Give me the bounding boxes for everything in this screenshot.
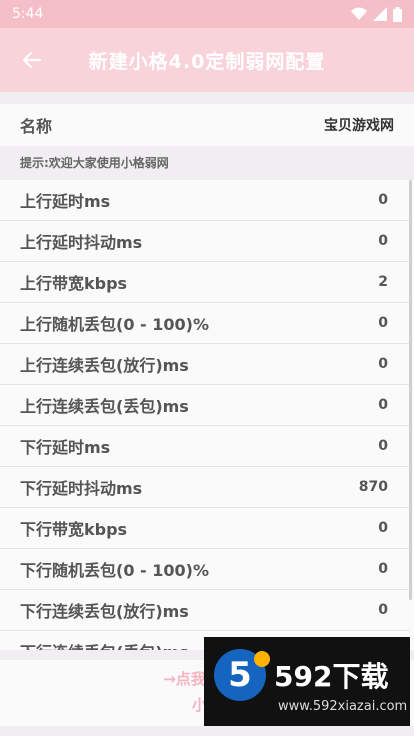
list-item[interactable]: 下行连续丢包(放行)ms 0: [0, 590, 410, 631]
list-item-label: 上行连续丢包(放行)ms: [20, 356, 189, 375]
list-item[interactable]: 上行随机丢包(0 - 100)% 0: [0, 303, 410, 344]
status-icons: [351, 6, 402, 22]
logo-icon: 5: [214, 649, 270, 701]
list-item[interactable]: 上行延时抖动ms 0: [0, 221, 410, 262]
back-button[interactable]: [0, 28, 64, 92]
list-item-value: 0: [378, 356, 388, 372]
page-title: 新建小格4.0定制弱网配置: [88, 50, 326, 73]
list-item[interactable]: 下行延时抖动ms 870: [0, 467, 410, 508]
wifi-icon: [351, 7, 367, 20]
name-row[interactable]: 名称 宝贝游戏网: [0, 104, 414, 146]
list-item-label: 下行延时抖动ms: [20, 479, 143, 498]
arrow-left-icon: [22, 51, 42, 69]
list-item[interactable]: 下行带宽kbps 0: [0, 508, 410, 549]
list-item-value: 0: [378, 192, 388, 208]
list-item-label: 上行随机丢包(0 - 100)%: [20, 315, 209, 334]
list-item-label: 下行随机丢包(0 - 100)%: [20, 561, 209, 580]
list-item-label: 上行延时ms: [20, 192, 111, 211]
watermark-logo: 5 592下载 www.592xiazai.com: [204, 637, 410, 726]
list-item[interactable]: 上行连续丢包(丢包)ms 0: [0, 385, 410, 426]
list-item-value: 870: [358, 479, 388, 495]
list-item-value: 0: [378, 520, 388, 536]
list-item-label: 上行延时抖动ms: [20, 233, 143, 252]
status-bar: 5:44: [0, 0, 414, 28]
list-item-value: 0: [378, 602, 388, 618]
watermark-brand: 592下载: [274, 660, 389, 693]
list-item-label: 下行延时ms: [20, 438, 111, 457]
list-item-label: 下行带宽kbps: [20, 520, 128, 539]
status-time: 5:44: [12, 6, 44, 22]
list-item-value: 0: [378, 397, 388, 413]
list-item[interactable]: 上行带宽kbps 2: [0, 262, 410, 303]
list-item-value: 0: [378, 438, 388, 454]
list-item-label: 上行连续丢包(丢包)ms: [20, 397, 189, 416]
list-item-value: 0: [378, 315, 388, 331]
name-label: 名称: [20, 117, 53, 136]
watermark-url: www.592xiazai.com: [278, 699, 408, 714]
list-item-value: 0: [378, 561, 388, 577]
signal-icon: [373, 7, 387, 21]
list-item[interactable]: 下行延时ms 0: [0, 426, 410, 467]
settings-list: 上行延时ms 0 上行延时抖动ms 0 上行带宽kbps 2 上行随机丢包(0 - 1…: [0, 180, 414, 650]
hint-text: 提示:欢迎大家使用小格弱网: [20, 155, 169, 170]
list-item[interactable]: 下行随机丢包(0 - 100)% 0: [0, 549, 410, 590]
list-item[interactable]: 上行延时ms 0: [0, 180, 410, 221]
list-item-value: 0: [378, 233, 388, 249]
scrollbar[interactable]: [409, 180, 412, 600]
list-item-label: 上行带宽kbps: [20, 274, 128, 293]
app-bar: 新建小格4.0定制弱网配置: [0, 28, 414, 92]
list-item-label: 下行连续丢包(放行)ms: [20, 602, 189, 621]
name-value[interactable]: 宝贝游戏网: [324, 115, 394, 135]
watermark-top: 5 592下载: [214, 649, 388, 701]
list-item-value: 2: [378, 274, 388, 290]
list-item-label: 下行连续丢包(丢包)ms: [20, 639, 189, 650]
battery-icon: [393, 6, 402, 22]
list-item[interactable]: 上行连续丢包(放行)ms 0: [0, 344, 410, 385]
